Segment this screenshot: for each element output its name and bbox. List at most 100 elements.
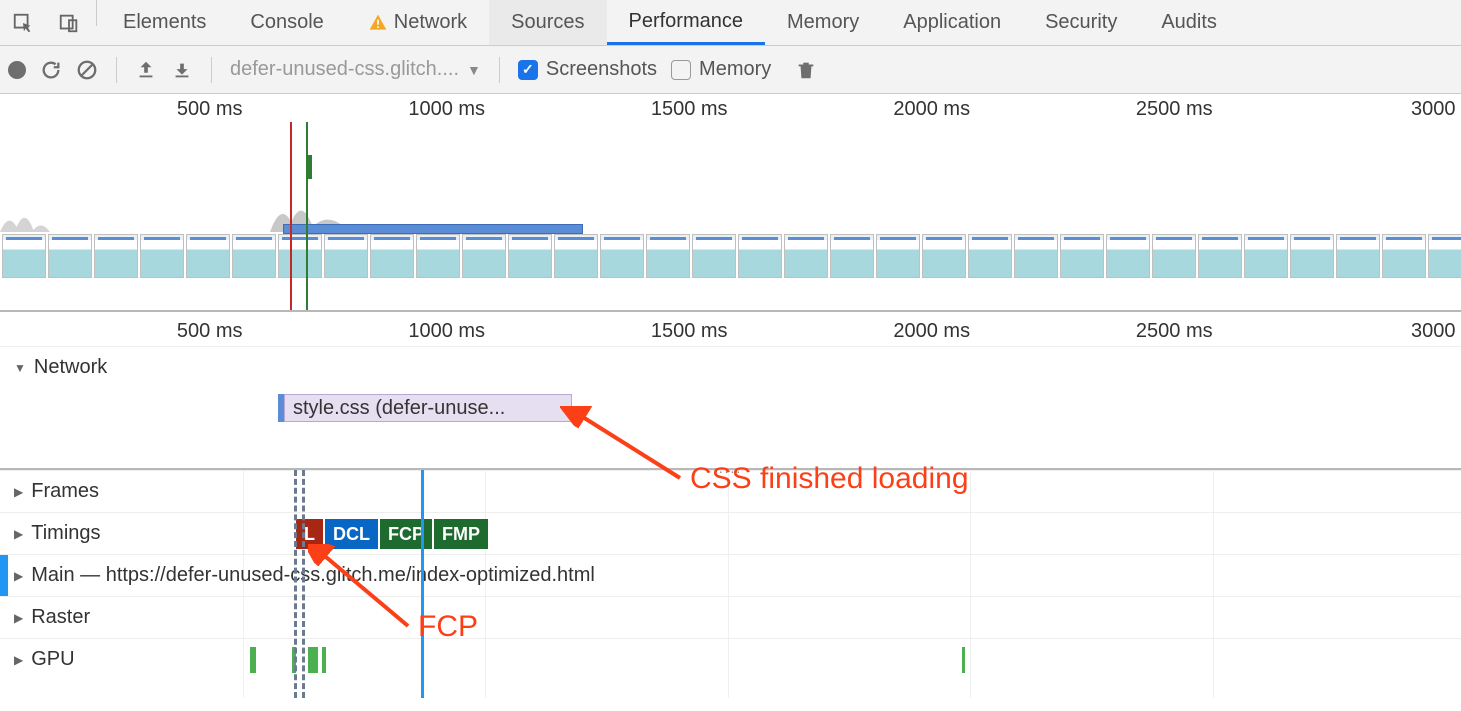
- marker-line: [294, 470, 297, 698]
- toolbar-divider: [499, 57, 500, 83]
- tab-elements[interactable]: Elements: [101, 0, 228, 45]
- track-gpu-label[interactable]: ▶ GPU: [0, 648, 100, 671]
- timing-badge-FMP[interactable]: FMP: [434, 519, 488, 549]
- upload-icon[interactable]: [135, 59, 157, 81]
- filmstrip-frame[interactable]: [692, 234, 736, 278]
- filmstrip-frame[interactable]: [784, 234, 828, 278]
- tab-network[interactable]: Network: [346, 0, 489, 45]
- ruler-tick: 2000 ms: [893, 98, 970, 121]
- filmstrip-frame[interactable]: [462, 234, 506, 278]
- event-marker: [306, 122, 308, 310]
- track-raster[interactable]: ▶ Raster: [0, 596, 1461, 638]
- network-request-style-css[interactable]: style.css (defer-unuse...: [284, 394, 572, 422]
- clear-icon[interactable]: [76, 59, 98, 81]
- track-raster-label[interactable]: ▶ Raster: [0, 606, 300, 629]
- filmstrip[interactable]: [0, 234, 1461, 282]
- download-icon[interactable]: [171, 59, 193, 81]
- recording-select-value: defer-unused-css.glitch....: [230, 58, 459, 81]
- filmstrip-frame[interactable]: [1060, 234, 1104, 278]
- main-track-indicator: [0, 555, 8, 596]
- track-timings-text: Timings: [31, 522, 100, 545]
- filmstrip-frame[interactable]: [1428, 234, 1461, 278]
- flame-chart-pane[interactable]: .... ▶ Frames ▶ Timings L DCL FCP FMP: [0, 468, 1461, 698]
- inspect-icon[interactable]: [0, 0, 46, 45]
- recording-select[interactable]: defer-unused-css.glitch.... ▼: [230, 58, 481, 81]
- tab-audits[interactable]: Audits: [1139, 0, 1239, 45]
- screenshots-toggle[interactable]: Screenshots: [518, 58, 657, 81]
- expand-icon[interactable]: ▶: [14, 569, 23, 583]
- track-timings-label[interactable]: ▶ Timings: [0, 522, 140, 545]
- track-main-label[interactable]: ▶ Main — https://defer-unused-css.glitch…: [0, 564, 595, 587]
- ruler-tick: 500 ms: [177, 98, 243, 121]
- filmstrip-frame[interactable]: [1198, 234, 1242, 278]
- filmstrip-frame[interactable]: [1014, 234, 1058, 278]
- expand-icon[interactable]: ▶: [14, 611, 23, 625]
- filmstrip-frame[interactable]: [416, 234, 460, 278]
- filmstrip-frame[interactable]: [232, 234, 276, 278]
- track-frames-text: Frames: [31, 480, 99, 503]
- overview-chart[interactable]: [0, 122, 1461, 232]
- filmstrip-frame[interactable]: [2, 234, 46, 278]
- track-network-text: Network: [34, 356, 107, 379]
- expand-icon[interactable]: ▶: [14, 485, 23, 499]
- memory-toggle[interactable]: Memory: [671, 58, 771, 81]
- filmstrip-frame[interactable]: [1152, 234, 1196, 278]
- track-frames-label[interactable]: ▶ Frames: [0, 480, 300, 503]
- network-track-content[interactable]: style.css (defer-unuse... CSS finished l…: [0, 388, 1461, 468]
- collapse-icon[interactable]: ▼: [14, 361, 26, 375]
- filmstrip-frame[interactable]: [1244, 234, 1288, 278]
- overview-pane[interactable]: [0, 122, 1461, 312]
- tab-application[interactable]: Application: [881, 0, 1023, 45]
- device-toggle-icon[interactable]: [46, 0, 92, 45]
- tab-sources[interactable]: Sources: [489, 0, 606, 45]
- track-network[interactable]: ▼ Network: [0, 346, 1461, 388]
- expand-icon[interactable]: ▶: [14, 527, 23, 541]
- filmstrip-frame[interactable]: [278, 234, 322, 278]
- detail-ruler[interactable]: 500 ms1000 ms1500 ms2000 ms2500 ms3000 m…: [0, 312, 1461, 346]
- trash-icon[interactable]: [795, 59, 817, 81]
- filmstrip-frame[interactable]: [968, 234, 1012, 278]
- ruler-tick: 3000 ms: [1411, 320, 1461, 343]
- selection-range[interactable]: [283, 224, 583, 234]
- filmstrip-frame[interactable]: [48, 234, 92, 278]
- filmstrip-frame[interactable]: [94, 234, 138, 278]
- toolbar-divider: [96, 0, 97, 26]
- overview-ruler[interactable]: 500 ms1000 ms1500 ms2000 ms2500 ms3000: [0, 94, 1461, 122]
- expand-icon[interactable]: ▶: [14, 653, 23, 667]
- tab-console[interactable]: Console: [228, 0, 345, 45]
- track-gpu[interactable]: ▶ GPU: [0, 638, 1461, 680]
- filmstrip-frame[interactable]: [922, 234, 966, 278]
- reload-icon[interactable]: [40, 59, 62, 81]
- filmstrip-frame[interactable]: [1382, 234, 1426, 278]
- tab-performance[interactable]: Performance: [607, 0, 766, 45]
- filmstrip-frame[interactable]: [738, 234, 782, 278]
- gpu-activity-bar: [962, 647, 965, 673]
- tab-security[interactable]: Security: [1023, 0, 1139, 45]
- track-main[interactable]: ▶ Main — https://defer-unused-css.glitch…: [0, 554, 1461, 596]
- filmstrip-frame[interactable]: [1106, 234, 1150, 278]
- filmstrip-frame[interactable]: [876, 234, 920, 278]
- tab-network-label: Network: [394, 11, 467, 34]
- screenshots-checkbox[interactable]: [518, 60, 538, 80]
- track-raster-text: Raster: [31, 606, 90, 629]
- ruler-tick: 1000 ms: [408, 320, 485, 343]
- filmstrip-frame[interactable]: [508, 234, 552, 278]
- filmstrip-frame[interactable]: [140, 234, 184, 278]
- filmstrip-frame[interactable]: [1336, 234, 1380, 278]
- ruler-tick: 1000 ms: [408, 98, 485, 121]
- playhead-marker[interactable]: [290, 122, 292, 310]
- filmstrip-frame[interactable]: [324, 234, 368, 278]
- filmstrip-frame[interactable]: [554, 234, 598, 278]
- filmstrip-frame[interactable]: [830, 234, 874, 278]
- record-button[interactable]: [8, 61, 26, 79]
- track-network-label[interactable]: ▼ Network: [0, 356, 300, 379]
- tab-memory[interactable]: Memory: [765, 0, 881, 45]
- filmstrip-frame[interactable]: [370, 234, 414, 278]
- filmstrip-frame[interactable]: [186, 234, 230, 278]
- memory-checkbox[interactable]: [671, 60, 691, 80]
- filmstrip-frame[interactable]: [600, 234, 644, 278]
- track-timings[interactable]: ▶ Timings L DCL FCP FMP: [0, 512, 1461, 554]
- ruler-tick: 3000: [1411, 98, 1456, 121]
- filmstrip-frame[interactable]: [646, 234, 690, 278]
- filmstrip-frame[interactable]: [1290, 234, 1334, 278]
